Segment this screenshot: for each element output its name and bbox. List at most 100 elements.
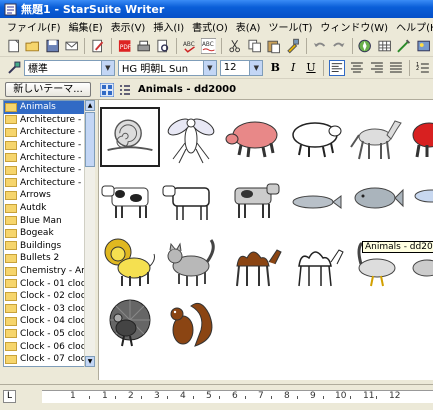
gallery-item-fish-2[interactable] bbox=[347, 170, 407, 230]
gallery-item-squirrel[interactable] bbox=[161, 292, 221, 352]
gallery-item-fish-3[interactable] bbox=[409, 170, 433, 230]
pig-outline-image bbox=[292, 122, 342, 158]
menu-window[interactable]: ウィンドウ(W) bbox=[316, 19, 392, 34]
list-item[interactable]: Clock - 03 clock bbox=[4, 303, 94, 316]
menu-file[interactable]: ファイル(F) bbox=[3, 19, 65, 34]
folder-icon bbox=[5, 266, 17, 276]
gallery-item-cat[interactable] bbox=[161, 232, 221, 292]
gallery-item-horse[interactable] bbox=[347, 107, 407, 167]
bold-button[interactable]: B bbox=[268, 60, 282, 76]
horizontal-ruler[interactable]: L 1 1 2 3 4 5 6 7 8 9 10 11 12 bbox=[0, 384, 433, 410]
list-item[interactable]: Architecture - w bbox=[4, 177, 94, 190]
gallery-item-fly[interactable] bbox=[161, 107, 221, 167]
list-item[interactable]: Architecture - ba bbox=[4, 114, 94, 127]
new-document-icon[interactable] bbox=[6, 38, 21, 54]
numbering-icon[interactable]: 12 bbox=[415, 60, 431, 76]
show-draw-functions-icon[interactable] bbox=[396, 38, 411, 54]
gallery-item-cow-outline[interactable] bbox=[161, 170, 221, 230]
font-size-select[interactable]: 12 ▼ bbox=[219, 59, 264, 76]
paste-icon[interactable] bbox=[266, 38, 281, 54]
list-item[interactable]: Architecture - ki bbox=[4, 151, 94, 164]
gallery-item-cow-2[interactable] bbox=[223, 170, 283, 230]
menu-insert[interactable]: 挿入(I) bbox=[149, 19, 188, 34]
menu-edit[interactable]: 編集(E) bbox=[65, 19, 107, 34]
svg-text:2: 2 bbox=[416, 65, 419, 71]
undo-icon[interactable] bbox=[312, 38, 327, 54]
list-item[interactable]: Blue Man bbox=[4, 214, 94, 227]
mail-icon[interactable] bbox=[64, 38, 79, 54]
list-item[interactable]: Clock - 05 clock bbox=[4, 328, 94, 341]
chevron-down-icon[interactable]: ▼ bbox=[100, 60, 114, 75]
redo-icon[interactable] bbox=[331, 38, 346, 54]
align-left-icon[interactable] bbox=[328, 59, 345, 76]
gallery-item-fish[interactable] bbox=[285, 170, 345, 230]
icon-view-icon[interactable] bbox=[100, 83, 114, 97]
svg-text:ABC: ABC bbox=[202, 42, 214, 48]
detailed-view-icon[interactable] bbox=[118, 83, 132, 97]
edit-file-icon[interactable] bbox=[90, 38, 105, 54]
gallery-item-camel[interactable] bbox=[223, 232, 283, 292]
new-theme-button[interactable]: 新しいテーマ... bbox=[5, 82, 91, 97]
list-item[interactable]: Architecture - fu bbox=[4, 139, 94, 152]
save-icon[interactable] bbox=[45, 38, 60, 54]
list-item[interactable]: Bogeak bbox=[4, 227, 94, 240]
underline-button[interactable]: U bbox=[304, 60, 318, 76]
auto-spellcheck-icon[interactable]: ABC bbox=[201, 37, 217, 54]
navigator-icon[interactable] bbox=[357, 38, 372, 54]
list-item[interactable]: Architecture - bu bbox=[4, 126, 94, 139]
italic-button[interactable]: I bbox=[286, 60, 300, 76]
align-center-icon[interactable] bbox=[349, 60, 365, 76]
tab-stop-icon[interactable]: L bbox=[3, 390, 16, 403]
scroll-up-icon[interactable]: ▲ bbox=[85, 100, 95, 111]
folder-icon bbox=[5, 165, 17, 175]
chevron-down-icon[interactable]: ▼ bbox=[249, 60, 263, 75]
list-item[interactable]: Animals bbox=[4, 101, 94, 114]
export-pdf-icon[interactable]: PDF bbox=[117, 38, 132, 54]
gallery-icon[interactable] bbox=[416, 38, 431, 54]
styles-icon[interactable] bbox=[6, 60, 22, 76]
print-preview-icon[interactable] bbox=[155, 38, 170, 54]
clone-format-icon[interactable] bbox=[285, 38, 300, 54]
cut-icon[interactable] bbox=[227, 38, 242, 54]
list-item[interactable]: Clock - 02 clock bbox=[4, 290, 94, 303]
chevron-down-icon[interactable]: ▼ bbox=[202, 60, 216, 75]
font-name-select[interactable]: HG 明朝L Sun ▼ bbox=[117, 59, 217, 76]
list-item[interactable]: Autdk bbox=[4, 202, 94, 215]
list-item[interactable]: Architecture - ov bbox=[4, 164, 94, 177]
list-item[interactable]: Clock - 01 clock bbox=[4, 277, 94, 290]
print-icon[interactable] bbox=[136, 38, 151, 54]
open-folder-icon[interactable] bbox=[25, 38, 40, 54]
folder-icon bbox=[5, 304, 17, 314]
gallery-item-red-animal[interactable] bbox=[409, 107, 433, 167]
menu-format[interactable]: 書式(O) bbox=[188, 19, 232, 34]
menu-table[interactable]: 表(A) bbox=[232, 19, 265, 34]
copy-icon[interactable] bbox=[247, 38, 262, 54]
gallery-item-snail[interactable] bbox=[100, 107, 160, 167]
justify-icon[interactable] bbox=[388, 60, 404, 76]
ruler-strip[interactable]: 1 1 2 3 4 5 6 7 8 9 10 11 12 bbox=[42, 390, 433, 403]
list-item[interactable]: Clock - 07 clock bbox=[4, 353, 94, 366]
list-item[interactable]: Chemistry - Ami bbox=[4, 265, 94, 278]
table-icon[interactable] bbox=[377, 38, 392, 54]
list-item[interactable]: Bullets 2 bbox=[4, 252, 94, 265]
menu-help[interactable]: ヘルプ(H) bbox=[392, 19, 433, 34]
gallery-theme-list[interactable]: Animals Architecture - ba Architecture -… bbox=[3, 100, 95, 367]
gallery-item-pig[interactable] bbox=[223, 107, 283, 167]
gallery-item-turkey[interactable] bbox=[100, 292, 160, 352]
spellcheck-icon[interactable]: ABC bbox=[182, 38, 197, 54]
align-right-icon[interactable] bbox=[369, 60, 385, 76]
gallery-item-pig-outline[interactable] bbox=[285, 107, 345, 167]
list-item[interactable]: Arrows bbox=[4, 189, 94, 202]
theme-list-scrollbar[interactable]: ▲ ▼ bbox=[84, 100, 95, 367]
scroll-thumb[interactable] bbox=[85, 112, 95, 167]
list-item[interactable]: Buildings bbox=[4, 240, 94, 253]
menu-view[interactable]: 表示(V) bbox=[107, 19, 150, 34]
gallery-item-camel-outline[interactable] bbox=[285, 232, 345, 292]
paragraph-style-select[interactable]: 標準 ▼ bbox=[23, 59, 115, 76]
gallery-item-cow[interactable] bbox=[100, 170, 160, 230]
menu-tools[interactable]: ツール(T) bbox=[264, 19, 316, 34]
gallery-item-lion[interactable] bbox=[100, 232, 160, 292]
scroll-down-icon[interactable]: ▼ bbox=[85, 356, 95, 367]
list-item[interactable]: Clock - 06 clock bbox=[4, 340, 94, 353]
list-item[interactable]: Clock - 04 clock bbox=[4, 315, 94, 328]
